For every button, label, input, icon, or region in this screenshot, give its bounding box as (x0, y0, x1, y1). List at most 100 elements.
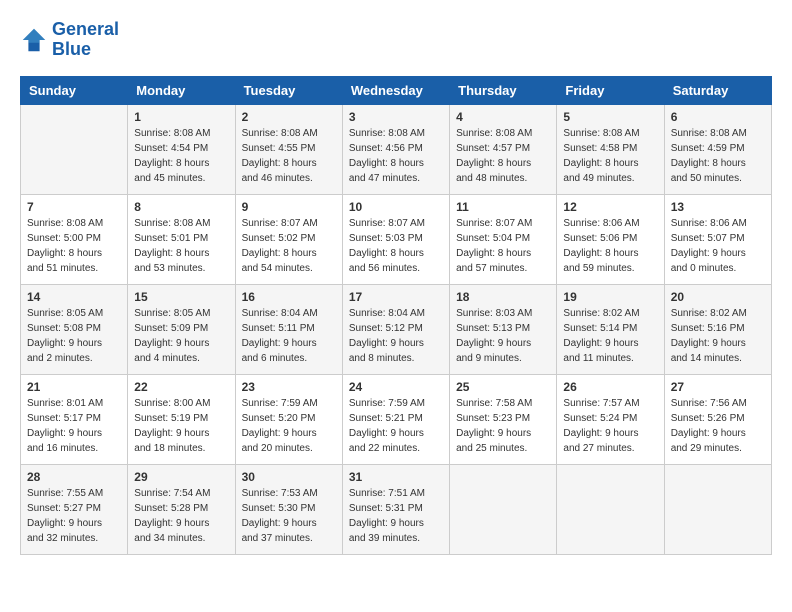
cell-info: Sunrise: 8:03 AMSunset: 5:13 PMDaylight:… (456, 306, 550, 366)
calendar-cell: 22 Sunrise: 8:00 AMSunset: 5:19 PMDayligh… (128, 374, 235, 464)
day-number: 28 (27, 470, 121, 484)
calendar-cell: 25Sunrise: 7:58 AMSunset: 5:23 PMDayligh… (450, 374, 557, 464)
day-number: 18 (456, 290, 550, 304)
cell-info: Sunrise: 7:56 AMSunset: 5:26 PMDaylight:… (671, 396, 765, 456)
day-number: 13 (671, 200, 765, 214)
cell-info: Sunrise: 8:08 AMSunset: 5:00 PMDaylight:… (27, 216, 121, 276)
calendar-cell: 20Sunrise: 8:02 AMSunset: 5:16 PMDayligh… (664, 284, 771, 374)
weekday-header-row: SundayMondayTuesdayWednesdayThursdayFrid… (21, 76, 772, 104)
cell-info: Sunrise: 8:06 AMSunset: 5:07 PMDaylight:… (671, 216, 765, 276)
calendar-cell: 29 Sunrise: 7:54 AMSunset: 5:28 PMDayligh… (128, 464, 235, 554)
calendar-cell: 9 Sunrise: 8:07 AMSunset: 5:02 PMDaylight… (235, 194, 342, 284)
weekday-header-friday: Friday (557, 76, 664, 104)
cell-info: Sunrise: 8:05 AMSunset: 5:08 PMDaylight:… (27, 306, 121, 366)
calendar-cell: 2 Sunrise: 8:08 AMSunset: 4:55 PMDaylight… (235, 104, 342, 194)
weekday-header-tuesday: Tuesday (235, 76, 342, 104)
day-number: 15 (134, 290, 228, 304)
calendar-cell: 5 Sunrise: 8:08 AMSunset: 4:58 PMDaylight… (557, 104, 664, 194)
calendar-cell: 7 Sunrise: 8:08 AMSunset: 5:00 PMDaylight… (21, 194, 128, 284)
calendar-cell: 18 Sunrise: 8:03 AMSunset: 5:13 PMDayligh… (450, 284, 557, 374)
calendar-cell: 26 Sunrise: 7:57 AMSunset: 5:24 PMDayligh… (557, 374, 664, 464)
cell-info: Sunrise: 7:57 AMSunset: 5:24 PMDaylight:… (563, 396, 657, 456)
day-number: 27 (671, 380, 765, 394)
calendar-cell: 30Sunrise: 7:53 AMSunset: 5:30 PMDayligh… (235, 464, 342, 554)
cell-info: Sunrise: 7:59 AMSunset: 5:21 PMDaylight:… (349, 396, 443, 456)
calendar-cell (557, 464, 664, 554)
calendar-cell: 6 Sunrise: 8:08 AMSunset: 4:59 PMDaylight… (664, 104, 771, 194)
week-row-2: 7 Sunrise: 8:08 AMSunset: 5:00 PMDaylight… (21, 194, 772, 284)
weekday-header-sunday: Sunday (21, 76, 128, 104)
calendar-cell: 13 Sunrise: 8:06 AMSunset: 5:07 PMDayligh… (664, 194, 771, 284)
cell-info: Sunrise: 8:04 AMSunset: 5:12 PMDaylight:… (349, 306, 443, 366)
calendar-cell: 11Sunrise: 8:07 AMSunset: 5:04 PMDayligh… (450, 194, 557, 284)
calendar-cell: 14 Sunrise: 8:05 AMSunset: 5:08 PMDayligh… (21, 284, 128, 374)
calendar-cell: 12 Sunrise: 8:06 AMSunset: 5:06 PMDayligh… (557, 194, 664, 284)
weekday-header-thursday: Thursday (450, 76, 557, 104)
day-number: 11 (456, 200, 550, 214)
day-number: 29 (134, 470, 228, 484)
calendar-cell: 28 Sunrise: 7:55 AMSunset: 5:27 PMDayligh… (21, 464, 128, 554)
week-row-5: 28 Sunrise: 7:55 AMSunset: 5:27 PMDayligh… (21, 464, 772, 554)
day-number: 21 (27, 380, 121, 394)
day-number: 12 (563, 200, 657, 214)
day-number: 2 (242, 110, 336, 124)
cell-info: Sunrise: 8:01 AMSunset: 5:17 PMDaylight:… (27, 396, 121, 456)
cell-info: Sunrise: 8:04 AMSunset: 5:11 PMDaylight:… (242, 306, 336, 366)
day-number: 6 (671, 110, 765, 124)
cell-info: Sunrise: 7:55 AMSunset: 5:27 PMDaylight:… (27, 486, 121, 546)
calendar-cell: 10 Sunrise: 8:07 AMSunset: 5:03 PMDayligh… (342, 194, 449, 284)
cell-info: Sunrise: 8:08 AMSunset: 4:57 PMDaylight:… (456, 126, 550, 186)
cell-info: Sunrise: 8:08 AMSunset: 4:56 PMDaylight:… (349, 126, 443, 186)
day-number: 22 (134, 380, 228, 394)
day-number: 10 (349, 200, 443, 214)
calendar-cell: 24Sunrise: 7:59 AMSunset: 5:21 PMDayligh… (342, 374, 449, 464)
cell-info: Sunrise: 8:08 AMSunset: 4:54 PMDaylight:… (134, 126, 228, 186)
day-number: 5 (563, 110, 657, 124)
day-number: 19 (563, 290, 657, 304)
cell-info: Sunrise: 8:07 AMSunset: 5:03 PMDaylight:… (349, 216, 443, 276)
calendar-cell: 31 Sunrise: 7:51 AMSunset: 5:31 PMDayligh… (342, 464, 449, 554)
cell-info: Sunrise: 8:08 AMSunset: 4:59 PMDaylight:… (671, 126, 765, 186)
week-row-4: 21 Sunrise: 8:01 AMSunset: 5:17 PMDayligh… (21, 374, 772, 464)
cell-info: Sunrise: 7:51 AMSunset: 5:31 PMDaylight:… (349, 486, 443, 546)
cell-info: Sunrise: 8:06 AMSunset: 5:06 PMDaylight:… (563, 216, 657, 276)
day-number: 3 (349, 110, 443, 124)
calendar-cell: 16 Sunrise: 8:04 AMSunset: 5:11 PMDayligh… (235, 284, 342, 374)
day-number: 4 (456, 110, 550, 124)
cell-info: Sunrise: 8:08 AMSunset: 4:58 PMDaylight:… (563, 126, 657, 186)
day-number: 16 (242, 290, 336, 304)
week-row-1: 1 Sunrise: 8:08 AMSunset: 4:54 PMDaylight… (21, 104, 772, 194)
calendar-cell: 23 Sunrise: 7:59 AMSunset: 5:20 PMDayligh… (235, 374, 342, 464)
day-number: 26 (563, 380, 657, 394)
cell-info: Sunrise: 7:59 AMSunset: 5:20 PMDaylight:… (242, 396, 336, 456)
calendar-cell: 19 Sunrise: 8:02 AMSunset: 5:14 PMDayligh… (557, 284, 664, 374)
week-row-3: 14 Sunrise: 8:05 AMSunset: 5:08 PMDayligh… (21, 284, 772, 374)
calendar-cell (450, 464, 557, 554)
calendar-cell: 4 Sunrise: 8:08 AMSunset: 4:57 PMDaylight… (450, 104, 557, 194)
day-number: 17 (349, 290, 443, 304)
day-number: 8 (134, 200, 228, 214)
day-number: 1 (134, 110, 228, 124)
cell-info: Sunrise: 8:02 AMSunset: 5:14 PMDaylight:… (563, 306, 657, 366)
day-number: 23 (242, 380, 336, 394)
calendar-cell: 21 Sunrise: 8:01 AMSunset: 5:17 PMDayligh… (21, 374, 128, 464)
cell-info: Sunrise: 7:54 AMSunset: 5:28 PMDaylight:… (134, 486, 228, 546)
calendar-cell (664, 464, 771, 554)
day-number: 14 (27, 290, 121, 304)
logo-icon (20, 26, 48, 54)
calendar-cell (21, 104, 128, 194)
weekday-header-saturday: Saturday (664, 76, 771, 104)
day-number: 25 (456, 380, 550, 394)
cell-info: Sunrise: 8:08 AMSunset: 4:55 PMDaylight:… (242, 126, 336, 186)
weekday-header-wednesday: Wednesday (342, 76, 449, 104)
calendar-cell: 1 Sunrise: 8:08 AMSunset: 4:54 PMDaylight… (128, 104, 235, 194)
cell-info: Sunrise: 8:07 AMSunset: 5:02 PMDaylight:… (242, 216, 336, 276)
calendar-cell: 17 Sunrise: 8:04 AMSunset: 5:12 PMDayligh… (342, 284, 449, 374)
day-number: 9 (242, 200, 336, 214)
cell-info: Sunrise: 8:05 AMSunset: 5:09 PMDaylight:… (134, 306, 228, 366)
day-number: 31 (349, 470, 443, 484)
calendar-cell: 27 Sunrise: 7:56 AMSunset: 5:26 PMDayligh… (664, 374, 771, 464)
cell-info: Sunrise: 8:00 AMSunset: 5:19 PMDaylight:… (134, 396, 228, 456)
calendar-cell: 8Sunrise: 8:08 AMSunset: 5:01 PMDaylight… (128, 194, 235, 284)
day-number: 7 (27, 200, 121, 214)
